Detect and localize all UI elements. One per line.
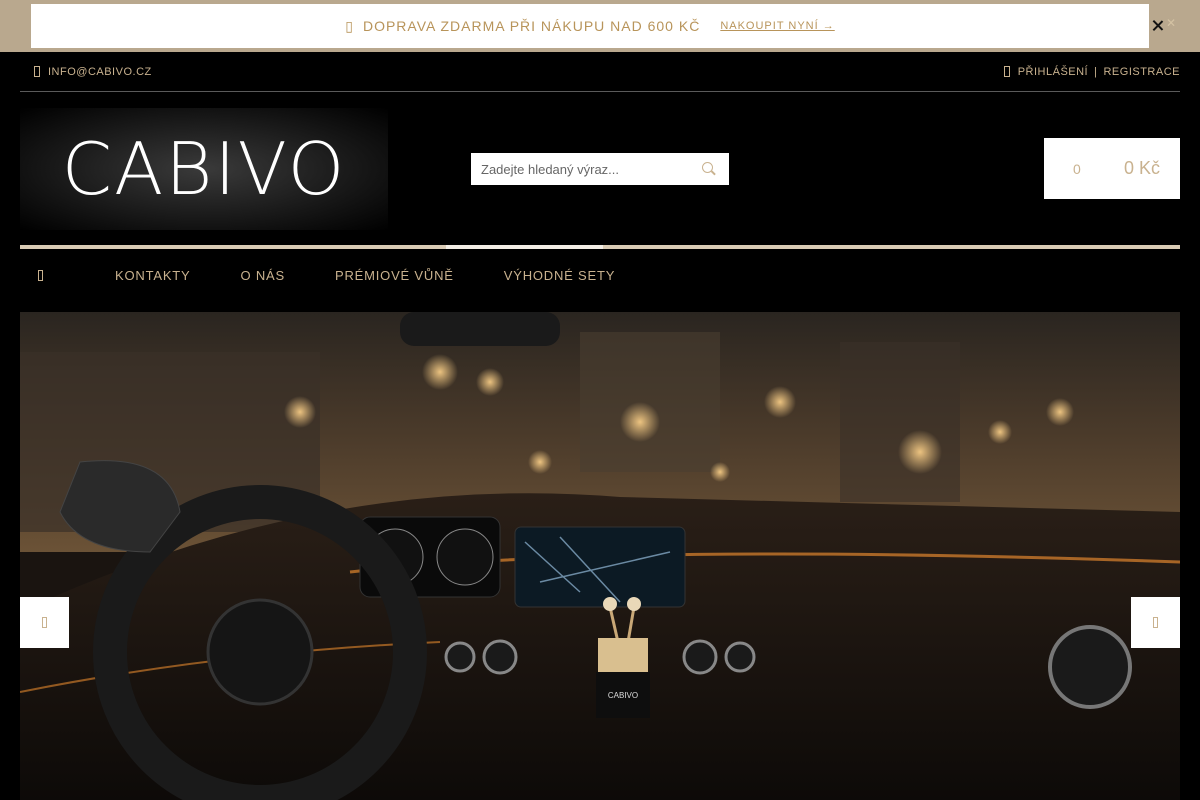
slider-next-button[interactable] [1131, 597, 1180, 648]
close-icon[interactable] [1150, 18, 1166, 34]
login-link[interactable]: PŘIHLÁŠENÍ [1018, 66, 1088, 78]
promo-bar: ▯ DOPRAVA ZDARMA PŘI NÁKUPU NAD 600 KČ N… [0, 0, 1200, 52]
chevron-left-icon [42, 617, 47, 628]
cart-total: 0 Kč [1123, 158, 1160, 178]
promo-banner: ▯ DOPRAVA ZDARMA PŘI NÁKUPU NAD 600 KČ N… [31, 4, 1149, 48]
product-label: CABIVO [608, 691, 638, 700]
nav-item-kontakty[interactable]: KONTAKTY [90, 268, 216, 283]
nav-item-vyhodne-sety[interactable]: VÝHODNÉ SETY [479, 268, 640, 283]
chevron-right-icon [1153, 617, 1158, 628]
auth-links: PŘIHLÁŠENÍ | REGISTRACE [1003, 65, 1180, 78]
home-icon[interactable] [22, 249, 58, 301]
hero-image: CABIVO [20, 312, 1180, 800]
email-text: INFO@CABIVO.CZ [48, 65, 152, 78]
search-icon[interactable] [702, 162, 713, 173]
logo[interactable]: CABIVO [20, 108, 388, 230]
nav-item-premiove-vune[interactable]: PRÉMIOVÉ VŮNĚ [310, 268, 479, 283]
hero-slide: CABIVO [20, 312, 1180, 800]
mail-icon [34, 66, 40, 77]
search-bar [471, 153, 729, 185]
top-strip: INFO@CABIVO.CZ PŘIHLÁŠENÍ | REGISTRACE [20, 52, 1180, 92]
nav-item-o-nas[interactable]: O NÁS [216, 268, 310, 283]
close-icon-shadow: ✕ [1166, 16, 1177, 30]
home-glyph [37, 269, 43, 281]
promo-text: DOPRAVA ZDARMA PŘI NÁKUPU NAD 600 KČ [362, 18, 701, 34]
main-nav: KONTAKTY O NÁS PRÉMIOVÉ VŮNĚ VÝHODNÉ SET… [20, 249, 1180, 301]
cart-button[interactable]: 0 0 Kč [1044, 138, 1180, 199]
register-link[interactable]: REGISTRACE [1103, 66, 1180, 78]
user-icon [1003, 66, 1010, 77]
logo-text: CABIVO [61, 127, 347, 211]
cart-count: 0 [1073, 160, 1081, 177]
shop-now-link[interactable]: NAKOUPIT NYNÍ → [720, 20, 834, 32]
auth-separator: | [1094, 65, 1098, 78]
truck-icon: ▯ [345, 17, 353, 34]
search-input[interactable] [471, 154, 681, 184]
email-contact[interactable]: INFO@CABIVO.CZ [20, 66, 152, 78]
slider-prev-button[interactable] [20, 597, 69, 648]
